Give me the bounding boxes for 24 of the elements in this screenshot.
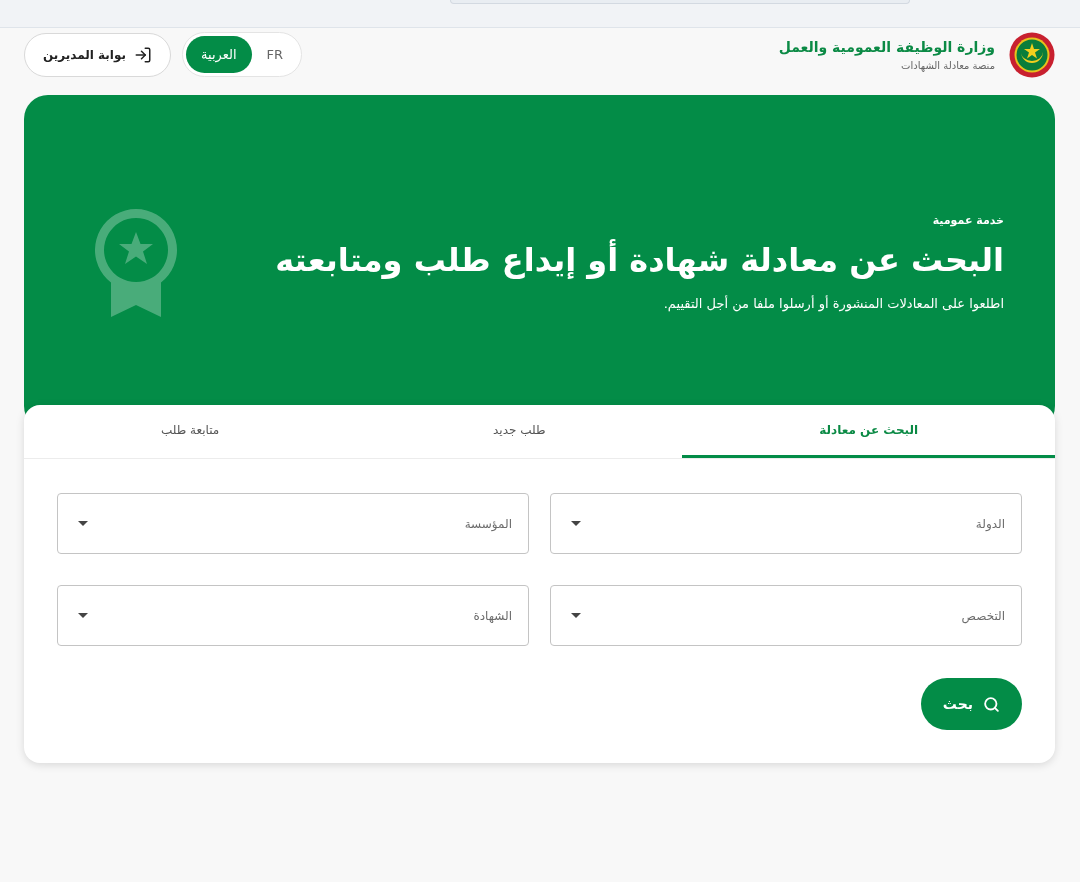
site-subtitle: منصة معادلة الشهادات: [901, 59, 995, 71]
select-field[interactable]: الشهادة: [57, 585, 529, 646]
section-label: خدمة عمومية: [932, 213, 1004, 227]
language-option[interactable]: العربية: [186, 36, 252, 73]
seal-icon: [1009, 31, 1055, 78]
select-field[interactable]: التخصص: [550, 585, 1022, 646]
hero-title: البحث عن معادلة شهادة أو إيداع طلب ومتابعته: [275, 238, 1004, 281]
search-button[interactable]: بحث: [920, 678, 1022, 730]
login-icon: [134, 45, 152, 64]
admin-portal-button[interactable]: بوابة المديرين: [24, 32, 171, 77]
caret-icon: [78, 613, 88, 618]
hero-subtitle: اطلعوا على المعادلات المنشورة أو أرسلوا ملفا من أجل التقييم.: [663, 296, 1004, 312]
tab[interactable]: متابعة طلب: [24, 405, 357, 458]
tab[interactable]: طلب جديد: [356, 405, 683, 458]
caret-icon: [78, 521, 88, 526]
site-title: وزارة الوظيفة العمومية والعمل: [778, 38, 995, 55]
tab[interactable]: البحث عن معادلة: [682, 405, 1055, 458]
caret-icon: [571, 521, 581, 526]
search-icon: [983, 695, 1000, 713]
award-icon: [95, 208, 177, 317]
caret-icon: [571, 613, 581, 618]
language-option[interactable]: FR: [251, 36, 299, 73]
select-field[interactable]: المؤسسة: [57, 493, 529, 554]
select-field[interactable]: الدولة: [550, 493, 1022, 554]
